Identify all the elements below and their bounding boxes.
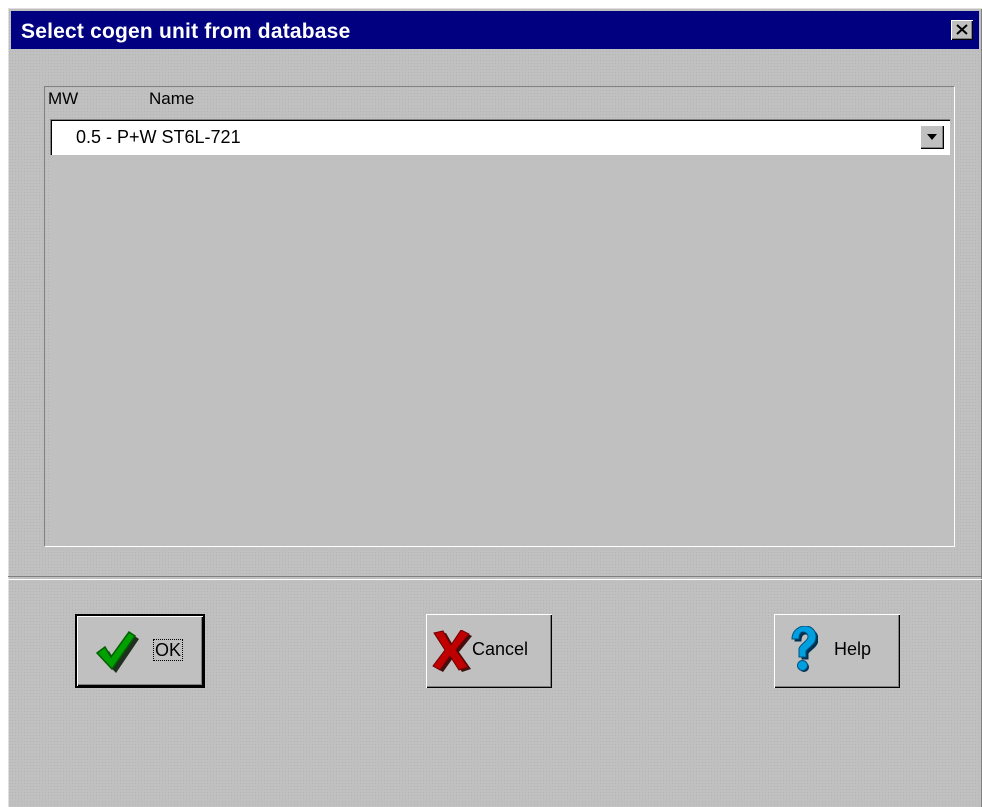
cogen-unit-selected-value: 0.5 - P+W ST6L-721 — [76, 127, 241, 147]
dialog-window: Select cogen unit from database MW Name … — [8, 8, 982, 807]
x-mark-icon — [432, 630, 472, 672]
chevron-down-icon — [927, 134, 937, 140]
cancel-button[interactable]: Cancel — [426, 614, 552, 688]
dropdown-button[interactable] — [920, 125, 944, 149]
column-header-mw: MW — [48, 89, 79, 108]
cogen-unit-select[interactable]: 0.5 - P+W ST6L-721 — [50, 119, 950, 155]
question-mark-icon — [791, 626, 818, 672]
window-title: Select cogen unit from database — [21, 20, 351, 43]
column-header-name: Name — [149, 89, 195, 108]
title-bar[interactable]: Select cogen unit from database — [11, 11, 979, 49]
help-button[interactable]: Help — [774, 614, 900, 688]
close-icon — [956, 24, 968, 35]
ok-button[interactable]: OK — [75, 614, 205, 688]
cancel-button-label: Cancel — [472, 639, 529, 659]
ok-button-label: OK — [153, 639, 184, 661]
close-button[interactable] — [951, 20, 973, 40]
checkmark-icon — [95, 631, 139, 673]
unit-list-panel: MW Name 0.5 - P+W ST6L-721 — [44, 86, 954, 546]
separator-line — [8, 576, 982, 580]
help-button-label: Help — [834, 639, 872, 659]
list-area — [50, 129, 953, 545]
